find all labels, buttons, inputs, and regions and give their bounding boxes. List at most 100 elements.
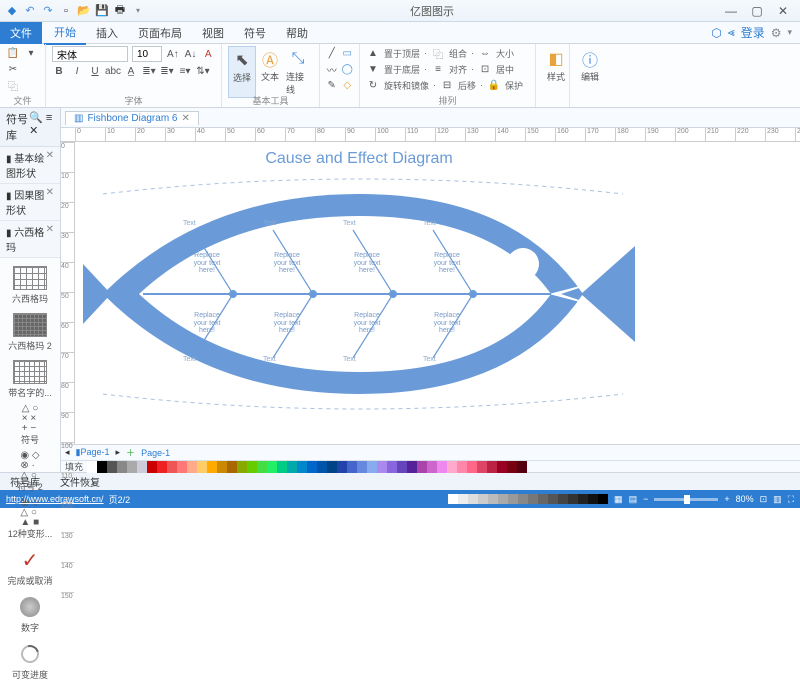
shape-sixsigma[interactable]: 六西格玛 xyxy=(4,264,56,305)
minimize-button[interactable]: — xyxy=(722,4,740,18)
save-icon[interactable]: 💾 xyxy=(94,3,110,19)
tab-view[interactable]: 视图 xyxy=(192,22,234,44)
bone-label-6[interactable]: Replace your text here! xyxy=(265,312,309,335)
page-tab-1b[interactable]: Page-1 xyxy=(141,448,170,458)
file-menu[interactable]: 文件 xyxy=(0,22,42,44)
collapse-ribbon-icon[interactable]: ▾ xyxy=(787,27,792,38)
bullets-icon[interactable]: ≣▾ xyxy=(142,64,156,78)
shape-sixsigma2[interactable]: 六西格玛 2 xyxy=(4,311,56,352)
lib-menu-icon[interactable]: ≡ xyxy=(46,112,52,124)
shape-symbols[interactable]: △ ○× ×+ −符号 xyxy=(4,405,56,446)
settings-icon[interactable]: ⚙ xyxy=(771,26,782,40)
circle-icon[interactable]: ◯ xyxy=(342,62,354,76)
rotate-btn[interactable]: 旋转和镜像 xyxy=(384,79,429,92)
font-color-icon[interactable]: A xyxy=(201,47,215,61)
color-palette[interactable] xyxy=(87,461,527,473)
pencil-icon[interactable]: ✎ xyxy=(326,78,338,92)
tab-symbol[interactable]: 符号 xyxy=(234,22,276,44)
group-btn[interactable]: 组合 xyxy=(449,47,467,60)
bone-text-1[interactable]: Text xyxy=(183,220,196,227)
lib-close-icon[interactable]: ✕ xyxy=(29,125,38,137)
tab-home[interactable]: 开始 xyxy=(44,21,86,45)
shape-progress[interactable]: 可变进度 xyxy=(4,640,56,681)
font-name-select[interactable] xyxy=(52,46,128,62)
bone-text-5[interactable]: Text xyxy=(183,356,196,363)
spacing-icon[interactable]: ⇅▾ xyxy=(196,64,210,78)
cut-icon[interactable]: ✂ xyxy=(6,62,20,76)
align-icon[interactable]: ≡▾ xyxy=(178,64,192,78)
font-shrink-icon[interactable]: A↓ xyxy=(184,47,198,61)
tab-file-recovery[interactable]: 文件恢复 xyxy=(50,474,110,489)
bone-label-4[interactable]: Replace your text here! xyxy=(425,252,469,275)
underline-icon[interactable]: U xyxy=(88,64,102,78)
open-icon[interactable]: 📂 xyxy=(76,3,92,19)
bone-label-2[interactable]: Replace your text here! xyxy=(265,252,309,275)
lib-cat-sixsigma[interactable]: ▮ 六西格玛✕ xyxy=(0,221,60,258)
fishbone-diagram[interactable]: Text Text Text Text Text Text Text Text … xyxy=(83,174,635,414)
edit-button[interactable]: ⓘ编辑 xyxy=(576,46,604,85)
bone-text-8[interactable]: Text xyxy=(423,356,436,363)
close-button[interactable]: ✕ xyxy=(774,4,792,18)
page-tab-1[interactable]: ▮Page-1 xyxy=(76,447,110,458)
shape-check[interactable]: ✓完成或取消 xyxy=(4,546,56,587)
grayscale-palette[interactable] xyxy=(448,494,608,504)
select-tool[interactable]: ⬉选择 xyxy=(228,46,256,98)
document-tab[interactable]: ▥ Fishbone Diagram 6 ✕ xyxy=(65,111,199,125)
bone-label-7[interactable]: Replace your text here! xyxy=(345,312,389,335)
backward-btn[interactable]: 后移 xyxy=(458,79,476,92)
bone-text-4[interactable]: Text xyxy=(423,220,436,227)
zoom-in-icon[interactable]: + xyxy=(724,494,729,504)
shape-12variant[interactable]: ◉ ◇△ ○▲ ■12种变形... xyxy=(4,499,56,540)
bone-label-1[interactable]: Replace your text here! xyxy=(185,252,229,275)
lib-cat-basic[interactable]: ▮ 基本绘图形状✕ xyxy=(0,147,60,184)
highlight-icon[interactable]: A̲ xyxy=(124,64,138,78)
fit-page-icon[interactable]: ⊡ xyxy=(760,494,768,505)
bone-label-3[interactable]: Replace your text here! xyxy=(345,252,389,275)
copy-icon[interactable]: ⿻ xyxy=(6,78,20,92)
tab-symbol-lib[interactable]: 符号库 xyxy=(0,474,50,489)
bring-front[interactable]: 置于顶层 xyxy=(384,47,420,60)
page-next-icon[interactable]: ▸ xyxy=(116,447,121,458)
font-size-select[interactable] xyxy=(132,46,162,62)
center-btn[interactable]: 居中 xyxy=(496,63,514,76)
cloud-icon[interactable]: ⬡ xyxy=(711,26,721,40)
bone-text-3[interactable]: Text xyxy=(343,220,356,227)
protect-btn[interactable]: 保护 xyxy=(505,79,523,92)
tab-insert[interactable]: 插入 xyxy=(86,22,128,44)
shape-named[interactable]: 带名字的... xyxy=(4,358,56,399)
bone-text-7[interactable]: Text xyxy=(343,356,356,363)
print-icon[interactable]: 🖶 xyxy=(112,3,128,19)
qat-more-icon[interactable]: ▾ xyxy=(130,3,146,19)
bone-label-8[interactable]: Replace your text here! xyxy=(425,312,469,335)
font-grow-icon[interactable]: A↑ xyxy=(166,47,180,61)
share-icon[interactable]: ⪡ xyxy=(728,25,735,40)
numbering-icon[interactable]: ≣▾ xyxy=(160,64,174,78)
bone-text-6[interactable]: Text xyxy=(263,356,276,363)
paste-icon[interactable]: 📋 xyxy=(6,46,20,60)
lib-cat-causeeffect[interactable]: ▮ 因果图形状✕ xyxy=(0,184,60,221)
fit-width-icon[interactable]: ▥ xyxy=(773,494,782,505)
view-mode-1-icon[interactable]: ▦ xyxy=(614,494,623,505)
canvas[interactable]: Cause and Effect Diagram xyxy=(75,142,800,444)
line-icon[interactable]: ╱ xyxy=(326,46,338,60)
send-back[interactable]: 置于底层 xyxy=(384,63,420,76)
login-link[interactable]: 登录 xyxy=(741,24,765,41)
style-button[interactable]: ◧样式 xyxy=(542,46,570,85)
align-btn[interactable]: 对齐 xyxy=(449,63,467,76)
maximize-button[interactable]: ▢ xyxy=(748,4,766,18)
tab-help[interactable]: 帮助 xyxy=(276,22,318,44)
curve-icon[interactable]: 〰 xyxy=(326,62,338,76)
bold-icon[interactable]: B xyxy=(52,64,66,78)
shape-number[interactable]: 数字 xyxy=(4,593,56,634)
redo-icon[interactable]: ↷ xyxy=(40,3,56,19)
new-icon[interactable]: ▫ xyxy=(58,3,74,19)
lib-search-icon[interactable]: 🔍 xyxy=(29,112,43,124)
diagram-title[interactable]: Cause and Effect Diagram xyxy=(83,148,635,168)
rect-icon[interactable]: ▭ xyxy=(342,46,354,60)
text-tool[interactable]: Ⓐ文本 xyxy=(256,46,284,98)
view-mode-2-icon[interactable]: ▤ xyxy=(629,494,638,505)
zoom-out-icon[interactable]: − xyxy=(643,494,648,504)
shape-x-icon[interactable]: ◇ xyxy=(342,78,354,92)
fullscreen-icon[interactable]: ⛶ xyxy=(788,494,794,505)
tab-layout[interactable]: 页面布局 xyxy=(128,22,192,44)
